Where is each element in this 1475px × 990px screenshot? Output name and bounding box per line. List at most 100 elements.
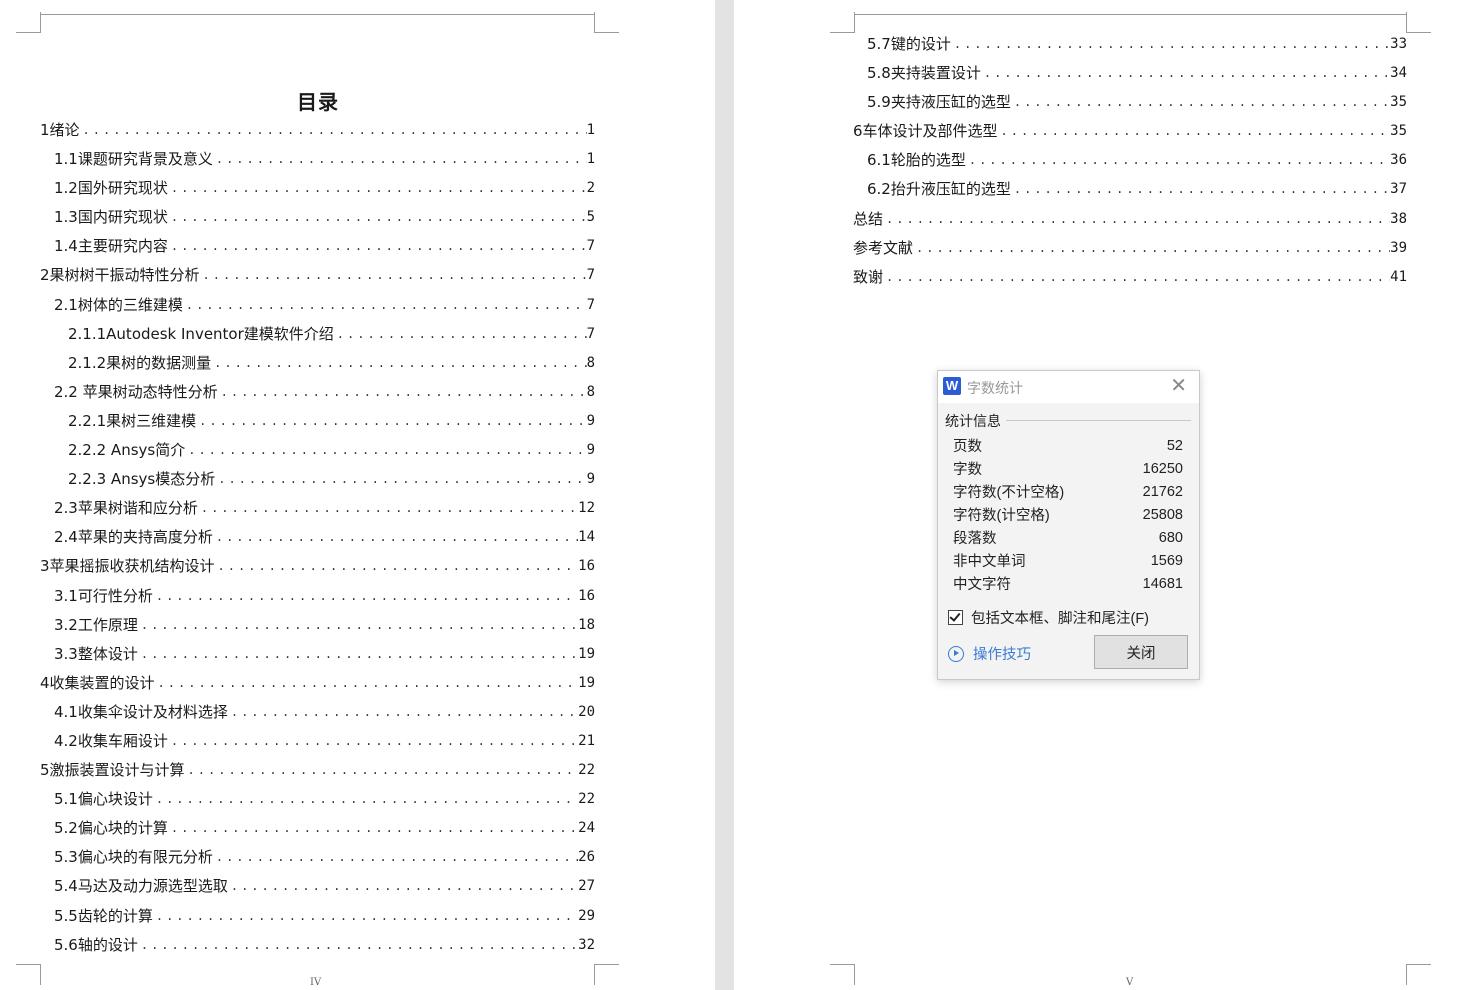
toc-entry-page: 7 <box>586 267 595 284</box>
toc-entry[interactable]: 2.4苹果的夹持高度分析 14 <box>40 523 595 552</box>
toc-entry[interactable]: 致谢 41 <box>853 263 1407 292</box>
toc-entry[interactable]: 5.4马达及动力源选型选取 27 <box>40 872 595 901</box>
toc-entry[interactable]: 2.1.1Autodesk Inventor建模软件介绍 7 <box>40 320 595 349</box>
toc-entry[interactable]: 总结 38 <box>853 205 1407 234</box>
page-number: IV <box>310 977 322 988</box>
play-circle-icon <box>948 645 964 662</box>
toc-entry-label: 5.7键的设计 <box>867 35 951 53</box>
header-rule <box>854 14 1406 15</box>
toc-dot-leader <box>883 205 1390 234</box>
toc-entry[interactable]: 5.5齿轮的计算 29 <box>40 902 595 931</box>
toc-entry[interactable]: 1绪论 1 <box>40 116 595 145</box>
toc-entry[interactable]: 6车体设计及部件选型 35 <box>853 117 1407 146</box>
toc-entry-page: 12 <box>578 500 595 517</box>
toc-entry-page: 14 <box>578 529 595 546</box>
toc-entry[interactable]: 3.1可行性分析 16 <box>40 582 595 611</box>
toc-entry[interactable]: 2果树树干振动特性分析 7 <box>40 261 595 290</box>
tips-link[interactable]: 操作技巧 <box>948 643 1031 664</box>
toc-entry-page: 9 <box>586 442 595 459</box>
close-icon[interactable]: ✕ <box>1170 376 1187 396</box>
checkbox-label: 包括文本框、脚注和尾注(F) <box>971 611 1150 627</box>
stat-value: 680 <box>1158 529 1183 546</box>
toc-entry-page: 19 <box>578 674 595 691</box>
toc-entry[interactable]: 5.1偏心块设计 22 <box>40 785 595 814</box>
toc-entry[interactable]: 1.1课题研究背景及意义 1 <box>40 145 595 174</box>
toc-entry[interactable]: 3苹果摇振收获机结构设计 16 <box>40 552 595 581</box>
wps-writer-icon: W <box>943 377 961 395</box>
dialog-title-bar[interactable]: W 字数统计 ✕ <box>938 371 1199 403</box>
toc-title: 目录 <box>297 90 339 114</box>
toc-entry[interactable]: 6.1轮胎的选型 36 <box>853 146 1407 175</box>
checkbox-checked-icon[interactable] <box>948 610 963 625</box>
stat-row: 字符数(计空格) 25808 <box>953 503 1183 526</box>
toc-dot-leader <box>215 552 579 581</box>
toc-entry[interactable]: 参考文献 39 <box>853 234 1407 263</box>
toc-entry[interactable]: 2.1.2果树的数据测量 8 <box>40 349 595 378</box>
toc-entry-label: 5.8夹持装置设计 <box>867 64 981 83</box>
toc-entry-label: 参考文献 <box>853 238 914 257</box>
margin-corner <box>594 12 619 33</box>
toc-entry-label: 2.2.3 Ansys模态分析 <box>68 470 216 489</box>
toc-entry[interactable]: 2.1树体的三维建模 7 <box>40 291 595 320</box>
toc-dot-leader <box>213 523 578 552</box>
toc-entry-label: 1.2国外研究现状 <box>54 179 168 198</box>
stat-label: 字符数(不计空格) <box>953 485 1065 501</box>
toc-entry[interactable]: 1.4主要研究内容 7 <box>40 232 595 261</box>
stat-value: 16250 <box>1142 460 1183 477</box>
toc-entry[interactable]: 5.9夹持液压缸的选型 35 <box>853 88 1407 117</box>
toc-entry-label: 2.1.1Autodesk Inventor建模软件介绍 <box>68 324 334 343</box>
toc-entry[interactable]: 2.3苹果树谐和应分析 12 <box>40 494 595 523</box>
toc-entry[interactable]: 6.2抬升液压缸的选型 37 <box>853 175 1407 204</box>
toc-entry-label: 致谢 <box>853 267 884 286</box>
include-textbox-checkbox[interactable]: 包括文本框、脚注和尾注(F) <box>948 607 1149 628</box>
toc-list: 1绪论 1 1.1课题研究背景及意义 1 1.2国外研究现状 2 1.3国内研究现状 5 1.4… <box>40 116 595 960</box>
toc-entry[interactable]: 3.3整体设计 19 <box>40 640 595 669</box>
toc-entry-page: 1 <box>586 122 595 138</box>
toc-entry-label: 2.3苹果树谐和应分析 <box>54 499 198 518</box>
toc-entry[interactable]: 2.2 苹果树动态特性分析 8 <box>40 378 595 407</box>
toc-dot-leader <box>200 261 587 290</box>
toc-entry-label: 5.3偏心块的有限元分析 <box>54 848 213 867</box>
toc-entry[interactable]: 5.8夹持装置设计 34 <box>853 59 1407 88</box>
toc-entry[interactable]: 5.3偏心块的有限元分析 26 <box>40 843 595 872</box>
toc-entry[interactable]: 4.2收集车厢设计 21 <box>40 727 595 756</box>
toc-entry[interactable]: 3.2工作原理 18 <box>40 611 595 640</box>
stat-row: 中文字符 14681 <box>953 572 1183 595</box>
document-page-left: 目录 1绪论 1 1.1课题研究背景及意义 1 1.2国外研究现状 2 1.3国内研究现状 5… <box>0 0 715 990</box>
toc-entry-page: 18 <box>578 616 595 633</box>
margin-corner <box>16 12 41 33</box>
toc-entry[interactable]: 2.2.2 Ansys简介 9 <box>40 436 595 465</box>
toc-entry[interactable]: 2.2.3 Ansys模态分析 9 <box>40 465 595 494</box>
toc-entry-page: 7 <box>586 325 595 342</box>
stat-value: 52 <box>1166 437 1183 454</box>
toc-entry-page: 20 <box>578 703 595 720</box>
toc-entry-page: 33 <box>1390 36 1407 52</box>
toc-dot-leader <box>334 320 587 349</box>
page-number: V <box>1126 977 1134 988</box>
toc-dot-leader <box>213 843 578 872</box>
toc-entry[interactable]: 5激振装置设计与计算 22 <box>40 756 595 785</box>
toc-entry[interactable]: 2.2.1果树三维建模 9 <box>40 407 595 436</box>
toc-entry-page: 7 <box>586 296 595 313</box>
toc-entry-page: 38 <box>1390 210 1407 227</box>
toc-entry[interactable]: 1.3国内研究现状 5 <box>40 203 595 232</box>
toc-dot-leader <box>168 814 578 843</box>
stat-label: 非中文单词 <box>953 554 1026 570</box>
toc-dot-leader <box>185 436 586 465</box>
toc-entry-page: 22 <box>578 791 595 808</box>
toc-entry[interactable]: 5.7键的设计 33 <box>853 30 1407 59</box>
toc-entry[interactable]: 1.2国外研究现状 2 <box>40 174 595 203</box>
toc-entry[interactable]: 5.6轴的设计 32 <box>40 931 595 960</box>
toc-entry-label: 5.9夹持液压缸的选型 <box>867 93 1011 112</box>
toc-entry-label: 3.1可行性分析 <box>54 586 153 605</box>
toc-entry-label: 5.4马达及动力源选型选取 <box>54 877 228 896</box>
toc-entry-page: 39 <box>1390 239 1407 256</box>
toc-dot-leader <box>1011 88 1390 117</box>
close-button[interactable]: 关闭 <box>1094 635 1188 669</box>
toc-entry[interactable]: 5.2偏心块的计算 24 <box>40 814 595 843</box>
toc-entry-label: 5.1偏心块设计 <box>54 790 153 809</box>
toc-entry-page: 19 <box>578 645 595 662</box>
toc-entry[interactable]: 4.1收集伞设计及材料选择 20 <box>40 698 595 727</box>
toc-entry-label: 5.5齿轮的计算 <box>54 906 153 925</box>
toc-entry[interactable]: 4收集装置的设计 19 <box>40 669 595 698</box>
